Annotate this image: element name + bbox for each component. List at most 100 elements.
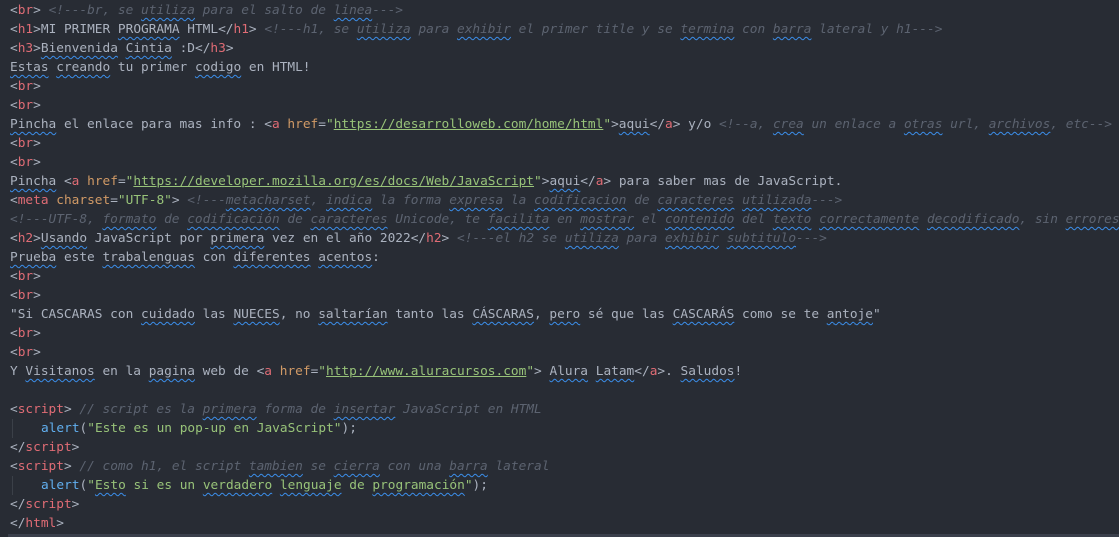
comment-misspelled: insertar — [333, 402, 396, 417]
text-misspelled: saltarían — [318, 307, 388, 322]
comment-misspelled: codificación — [187, 212, 280, 227]
code-line[interactable]: <br> — [10, 77, 1119, 96]
text — [272, 364, 280, 379]
text-misspelled: Pincha — [10, 117, 57, 132]
code-line[interactable]: <meta charset="UTF-8"> <!---metacharset,… — [10, 191, 1119, 210]
punctuation: </ — [10, 440, 26, 455]
attribute-name: href — [279, 364, 311, 379]
string-literal: " — [534, 174, 542, 189]
punctuation: < — [10, 136, 18, 151]
code-line[interactable]: alert("Esto si es un verdadero lenguaje … — [10, 476, 1119, 495]
url-link[interactable]: https://desarrolloweb.com/home/html — [334, 117, 604, 132]
text-misspelled: pero — [549, 307, 581, 322]
code-line[interactable]: <br> — [10, 343, 1119, 362]
string-literal: de — [341, 478, 373, 493]
tag-name: a — [271, 117, 280, 132]
comment: <!--- — [187, 193, 226, 208]
string-literal: " — [87, 478, 95, 493]
code-line[interactable]: <br> — [10, 286, 1119, 305]
text-misspelled: codigo — [194, 60, 242, 75]
text-misspelled: PROGRAMA — [117, 22, 180, 37]
text-misspelled: acentos — [318, 250, 373, 265]
comment-misspelled: errores — [1065, 212, 1119, 227]
comment-misspelled: metacharset — [225, 193, 311, 208]
text-misspelled: aqui — [549, 174, 581, 189]
text: HTML — [179, 22, 219, 37]
text-misspelled: CÁSCARAS — [472, 307, 534, 322]
comment-misspelled: linea — [333, 3, 373, 18]
code-line[interactable]: <br> — [10, 96, 1119, 115]
code-line[interactable]: Prueba este trabalenguas con diferentes … — [10, 248, 1119, 267]
text: . — [665, 364, 681, 379]
tag-name: br — [17, 136, 34, 151]
punctuation: > — [33, 269, 41, 284]
code-line[interactable]: Pincha <a href="https://developer.mozill… — [10, 172, 1119, 191]
string-literal-misspelled: programación — [372, 478, 465, 493]
code-line[interactable]: "Si CASCARAS con cuidado las NUECES, no … — [10, 305, 1119, 324]
comment: <!---UTF-8, — [10, 212, 103, 227]
code-line[interactable]: </html> — [10, 514, 1119, 533]
tag-name: script — [25, 497, 72, 512]
text: en la — [94, 364, 149, 379]
text: :D — [171, 41, 195, 56]
punctuation: > — [33, 3, 41, 18]
punctuation: < — [10, 22, 18, 37]
punctuation: > — [611, 117, 619, 132]
comment: // como h1, el script — [79, 459, 249, 474]
text: tanto las — [387, 307, 473, 322]
string-literal: " — [526, 364, 535, 379]
text: MI PRIMER — [40, 22, 118, 37]
code-line[interactable] — [10, 381, 1119, 400]
tag-name: script — [17, 459, 64, 474]
code-line[interactable]: <script> // como h1, el script tambien s… — [10, 457, 1119, 476]
comment: ---> — [796, 231, 827, 246]
text-misspelled: Prueba — [10, 250, 57, 265]
comment: un enlace a — [803, 117, 904, 132]
comment: JavaScript en HTML — [395, 402, 542, 417]
code-line[interactable]: Pincha el enlace para mas info : <a href… — [10, 115, 1119, 134]
code-line[interactable]: <!---UTF-8, formato de codificación de c… — [10, 210, 1119, 229]
code-area[interactable]: <br> <!---br, se utiliza para el salto d… — [10, 1, 1119, 533]
code-line[interactable]: <h1>MI PRIMER PROGRAMA HTML</h1> <!---h1… — [10, 20, 1119, 39]
code-line[interactable]: <br> <!---br, se utiliza para el salto d… — [10, 1, 1119, 20]
text: con — [194, 250, 234, 265]
punctuation: ); — [472, 478, 488, 493]
attribute-name: href — [287, 117, 319, 132]
punctuation: > — [603, 174, 612, 189]
punctuation: < — [10, 231, 18, 246]
text-misspelled: Usando — [40, 231, 88, 246]
comment: Unicode, te — [387, 212, 488, 227]
comment-misspelled: codificacion — [534, 193, 627, 208]
text-misspelled: primera — [210, 231, 265, 246]
code-line[interactable]: <br> — [10, 324, 1119, 343]
code-line[interactable]: <br> — [10, 134, 1119, 153]
comment: de — [156, 212, 188, 227]
code-line[interactable]: <h2>Usando JavaScript por primera vez en… — [10, 229, 1119, 248]
code-editor[interactable]: <br> <!---br, se utiliza para el salto d… — [0, 0, 1119, 537]
code-line[interactable]: </script> — [10, 438, 1119, 457]
code-line[interactable]: <script> // script es la primera forma d… — [10, 400, 1119, 419]
comment: <!---el h2 se — [456, 231, 565, 246]
text-misspelled: Saludos — [680, 364, 735, 379]
url-link[interactable]: https://developer.mozilla.org/es/docs/We… — [133, 174, 534, 189]
punctuation: </ — [410, 231, 427, 246]
code-line[interactable]: Estas creando tu primer codigo en HTML! — [10, 58, 1119, 77]
string-literal: si es un — [125, 478, 203, 493]
code-line[interactable]: <br> — [10, 267, 1119, 286]
text: Y — [10, 364, 26, 379]
text-misspelled: diferentes — [233, 250, 311, 265]
comment-misspelled: barra — [449, 459, 488, 474]
tag-name: a — [665, 117, 673, 132]
text — [56, 174, 64, 189]
url-link[interactable]: http://www.aluracursos.com — [326, 364, 526, 379]
tag-name: br — [17, 155, 34, 170]
text-misspelled: Bienvenida — [40, 41, 118, 56]
code-line[interactable]: </script> — [10, 495, 1119, 514]
code-line[interactable]: Y Visitanos en la pagina web de <a href=… — [10, 362, 1119, 381]
code-line[interactable]: <h3>Bienvenida Cintia :D</h3> — [10, 39, 1119, 58]
comment-misspelled: caracteres — [310, 212, 388, 227]
tag-name: br — [17, 288, 34, 303]
code-line[interactable]: <br> — [10, 153, 1119, 172]
text — [118, 41, 126, 56]
code-line[interactable]: alert("Este es un pop-up en JavaScript")… — [10, 419, 1119, 438]
